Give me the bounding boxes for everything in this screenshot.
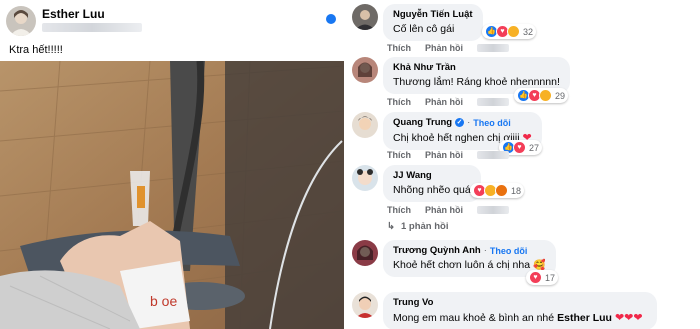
commenter-name[interactable]: JJ Wang <box>393 170 471 181</box>
timestamp-blurred <box>477 206 509 214</box>
reaction-count: 18 <box>511 185 522 196</box>
comment-bubble: JJ Wang Nhõng nhẽo quá <box>383 165 481 202</box>
commenter-name[interactable]: Quang Trung <box>393 117 452 128</box>
like-button[interactable]: Thích <box>387 205 411 215</box>
commenter-avatar[interactable] <box>352 4 378 30</box>
reply-button[interactable]: Phản hồi <box>425 150 463 160</box>
post-header <box>6 6 36 36</box>
care-icon <box>539 89 552 102</box>
timestamp-blurred <box>477 44 509 52</box>
reaction-summary[interactable]: 👍 ♥ 29 <box>514 88 569 103</box>
view-replies-link[interactable]: ↳ 1 phản hồi <box>387 221 448 232</box>
comment-actions: Thích Phản hồi <box>387 205 509 215</box>
reaction-count: 17 <box>545 272 556 283</box>
replies-count: 1 phản hồi <box>400 221 449 232</box>
commenter-avatar[interactable] <box>352 292 378 318</box>
verified-icon: ✓ <box>455 118 465 127</box>
reply-button[interactable]: Phản hồi <box>425 97 463 107</box>
commenter-name-row: Quang Trung ✓ · Theo dõi <box>393 117 532 128</box>
author-name[interactable]: Esther Luu <box>42 7 105 21</box>
comment-text: Khoẻ hết chơn luôn á chị nha 🥰 <box>393 259 546 271</box>
comment-text-content: Khoẻ hết chơn luôn á chị nha <box>393 259 531 271</box>
post-panel: Esther Luu Ktra hết!!!!! b oe <box>0 0 344 329</box>
commenter-name[interactable]: Nguyễn Tiến Luật <box>393 9 473 20</box>
commenter-avatar[interactable] <box>352 112 378 138</box>
mention-link[interactable]: Esther Luu <box>557 312 612 324</box>
reply-button[interactable]: Phản hồi <box>425 43 463 53</box>
reaction-summary[interactable]: ♥ 17 <box>526 270 559 285</box>
post-meta-blurred <box>42 23 142 32</box>
comment-text: Mong em mau khoẻ & bình an nhé Esther Lu… <box>393 311 643 325</box>
care-icon <box>507 25 520 38</box>
timestamp-blurred <box>477 98 509 106</box>
post-photo[interactable]: b oe <box>0 61 344 329</box>
like-button[interactable]: Thích <box>387 43 411 53</box>
comment-text-content: Cố lên cô gái <box>393 23 455 35</box>
comment-bubble: Nguyễn Tiến Luật Cố lên cô gái <box>383 4 483 41</box>
follow-button[interactable]: Theo dõi <box>473 118 511 128</box>
commenter-name[interactable]: Trương Quỳnh Anh <box>393 245 481 256</box>
commenter-name-row: Trương Quỳnh Anh · Theo dõi <box>393 245 546 256</box>
comment-text: Thương lắm! Ráng khoẻ nhennnnn! <box>393 76 560 88</box>
author-avatar[interactable] <box>6 6 36 36</box>
separator-dot: · <box>467 117 471 128</box>
commenter-avatar[interactable] <box>352 57 378 83</box>
photo-handwriting: b oe <box>150 293 177 309</box>
comment-bubble: Trung Vo Mong em mau khoẻ & bình an nhé … <box>383 292 657 329</box>
commenter-avatar[interactable] <box>352 240 378 266</box>
angry-icon <box>495 184 508 197</box>
like-button[interactable]: Thích <box>387 97 411 107</box>
heart-emoji-icon: ❤❤❤ <box>614 312 643 324</box>
love-icon: ♥ <box>529 271 542 284</box>
reaction-count: 32 <box>523 26 534 37</box>
comment-text-content: Thương lắm! Ráng khoẻ nhennnnn! <box>393 76 560 88</box>
reaction-count: 27 <box>529 142 540 153</box>
comment-actions: Thích Phản hồi <box>387 150 509 160</box>
reaction-summary[interactable]: 👍 ♥ 32 <box>482 24 537 39</box>
commenter-name[interactable]: Khả Như Trần <box>393 62 560 73</box>
comment-text-content: Mong em mau khoẻ & bình an nhé <box>393 311 555 324</box>
comment-text-content: Nhõng nhẽo quá <box>393 184 471 196</box>
commenter-name[interactable]: Trung Vo <box>393 297 643 308</box>
comment-actions: Thích Phản hồi <box>387 43 509 53</box>
comment-text: Cố lên cô gái <box>393 23 473 35</box>
post-text: Ktra hết!!!!! <box>9 44 63 56</box>
facebook-icon <box>326 14 336 24</box>
reply-button[interactable]: Phản hồi <box>425 205 463 215</box>
love-icon: ♥ <box>513 141 526 154</box>
reaction-count: 29 <box>555 90 566 101</box>
like-button[interactable]: Thích <box>387 150 411 160</box>
comment-actions: Thích Phản hồi <box>387 97 509 107</box>
commenter-avatar[interactable] <box>352 165 378 191</box>
emoji-icon: 🥰 <box>533 259 546 271</box>
reaction-summary[interactable]: ♥ 18 <box>470 183 525 198</box>
comments-panel: Nguyễn Tiến Luật Cố lên cô gái 👍 ♥ 32 Thí… <box>344 0 700 329</box>
comment-text: Nhõng nhẽo quá <box>393 184 471 196</box>
reply-arrow-icon: ↳ <box>387 221 395 232</box>
follow-button[interactable]: Theo dõi <box>490 246 528 256</box>
timestamp-blurred <box>477 151 509 159</box>
separator-dot: · <box>483 245 487 256</box>
